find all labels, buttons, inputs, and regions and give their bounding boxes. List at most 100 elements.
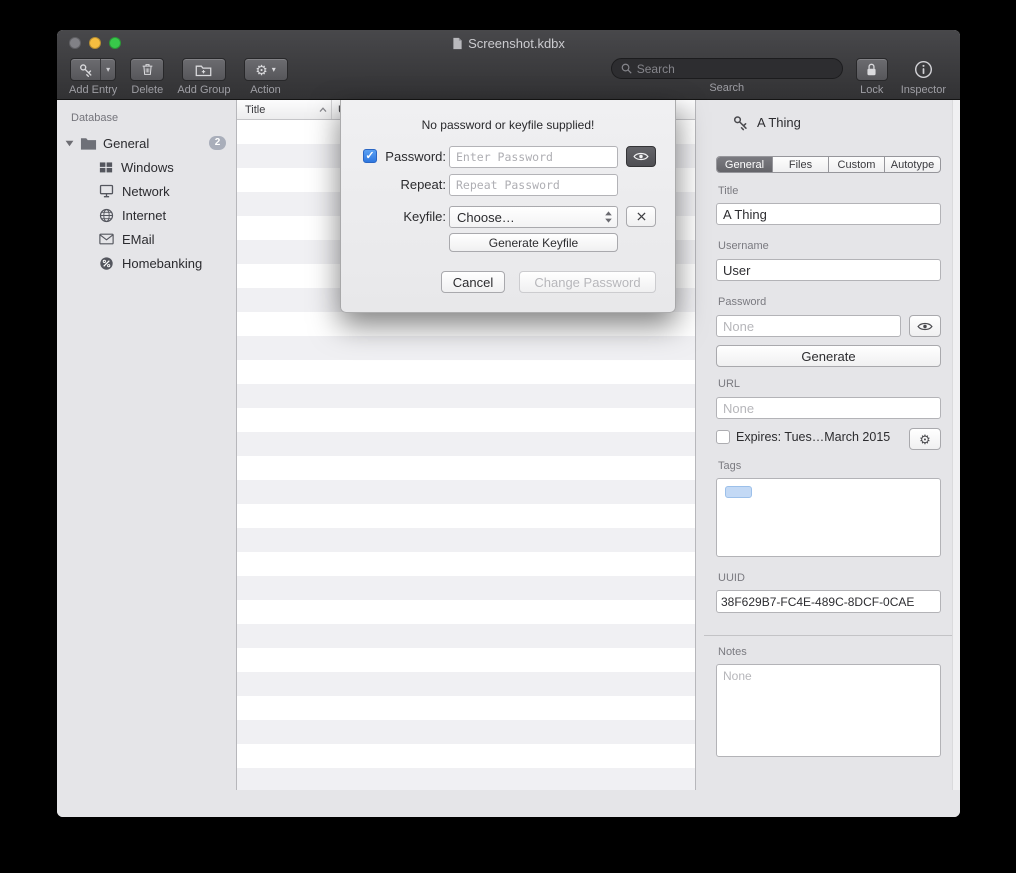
password-field[interactable] (716, 315, 901, 337)
password-field-label: Password (718, 296, 766, 308)
entry-header: A Thing (732, 114, 801, 131)
dialog-password-label: Password: (381, 146, 446, 168)
monitor-icon (99, 184, 114, 198)
tag-token[interactable] (725, 486, 752, 498)
inspector-label: Inspector (901, 84, 946, 96)
close-x-icon (637, 212, 646, 221)
inspector-button[interactable] (914, 58, 933, 81)
sidebar-item-windows[interactable]: Windows (57, 155, 236, 179)
inspector-tabs: General Files Custom Autotype (716, 156, 941, 173)
sidebar-item-label: Windows (121, 160, 174, 175)
clear-keyfile-button[interactable] (626, 206, 656, 227)
cancel-button[interactable]: Cancel (441, 271, 505, 293)
lock-button[interactable] (856, 58, 888, 81)
sidebar-item-network[interactable]: Network (57, 179, 236, 203)
sidebar-item-label: Internet (122, 208, 166, 223)
generate-keyfile-button[interactable]: Generate Keyfile (449, 233, 618, 252)
sidebar-item-label: Homebanking (122, 256, 202, 271)
chevron-down-icon: ▾ (272, 65, 276, 74)
dialog-keyfile-label: Keyfile: (381, 206, 446, 228)
add-group-label: Add Group (177, 84, 230, 96)
toolbar-item-add-entry: ▾ Add Entry (69, 58, 117, 96)
add-entry-button[interactable]: ▾ (70, 58, 116, 81)
entry-title: A Thing (757, 115, 801, 130)
generate-password-button[interactable]: Generate (716, 345, 941, 367)
tab-files[interactable]: Files (772, 157, 828, 172)
lock-label: Lock (860, 84, 883, 96)
sort-ascending-icon (319, 107, 327, 113)
sidebar-item-general[interactable]: General 2 (57, 131, 236, 155)
envelope-icon (99, 233, 114, 245)
dialog-reveal-password-button[interactable] (626, 146, 656, 167)
key-plus-icon[interactable] (71, 59, 100, 80)
tags-field-label: Tags (718, 460, 741, 472)
add-entry-dropdown-arrow[interactable]: ▾ (100, 59, 115, 80)
expires-checkbox[interactable] (716, 430, 730, 444)
toolbar: ▾ Add Entry Delete Add Group ⚙ ▾ (57, 56, 960, 100)
trash-icon (140, 62, 155, 77)
dialog-repeat-input[interactable] (449, 174, 618, 196)
sidebar: Database General 2 Windows Network Inter… (57, 100, 237, 790)
inspector-panel: A Thing General Files Custom Autotype Ti… (695, 100, 960, 790)
dialog-password-input[interactable] (449, 146, 618, 168)
group-count-badge: 2 (209, 136, 226, 150)
tags-box[interactable] (716, 478, 941, 557)
gear-icon: ⚙ (919, 433, 931, 446)
password-checkbox[interactable]: ✓ (363, 149, 377, 163)
username-field-label: Username (718, 240, 769, 252)
keyfile-dropdown[interactable]: Choose… (449, 206, 618, 228)
window-title-text: Screenshot.kdbx (468, 36, 565, 51)
column-header-title[interactable]: Title (237, 100, 332, 119)
notes-field[interactable] (716, 664, 941, 757)
tab-custom[interactable]: Custom (828, 157, 884, 172)
folder-icon (80, 136, 97, 150)
globe-icon (99, 208, 114, 223)
toolbar-item-add-group: Add Group (177, 58, 230, 96)
change-password-button[interactable]: Change Password (519, 271, 656, 293)
action-label: Action (250, 84, 281, 96)
keyfile-dropdown-value: Choose… (457, 210, 515, 225)
window-title: Screenshot.kdbx (57, 30, 960, 56)
search-input[interactable]: Search (611, 58, 843, 79)
add-group-button[interactable] (182, 58, 226, 81)
sidebar-item-internet[interactable]: Internet (57, 203, 236, 227)
username-field[interactable] (716, 259, 941, 281)
expires-settings-button[interactable]: ⚙ (909, 428, 941, 450)
title-field[interactable] (716, 203, 941, 225)
reveal-password-button[interactable] (909, 315, 941, 337)
inspector-scrollbar[interactable] (952, 100, 960, 790)
delete-button[interactable] (130, 58, 164, 81)
disclosure-triangle-icon[interactable] (65, 140, 74, 147)
window-header: Screenshot.kdbx ▾ Add Entry Delete (57, 30, 960, 100)
magnifier-icon (621, 63, 632, 74)
sidebar-section-header: Database (71, 112, 236, 124)
url-field[interactable] (716, 397, 941, 419)
action-button[interactable]: ⚙ ▾ (244, 58, 288, 81)
add-entry-label: Add Entry (69, 84, 117, 96)
document-icon (452, 37, 463, 50)
change-password-dialog: No password or keyfile supplied! ✓ Passw… (340, 100, 676, 313)
info-circle-icon (914, 60, 933, 79)
notes-field-label: Notes (718, 646, 747, 658)
gear-icon: ⚙ (255, 63, 268, 77)
sidebar-item-homebanking[interactable]: Homebanking (57, 251, 236, 275)
uuid-field-label: UUID (718, 572, 745, 584)
app-window: Screenshot.kdbx ▾ Add Entry Delete (57, 30, 960, 817)
expires-label: Expires: Tues…March 2015 (736, 430, 890, 444)
windows-icon (99, 161, 113, 174)
eye-icon (633, 151, 649, 162)
inspector-divider (704, 635, 952, 636)
sidebar-item-email[interactable]: EMail (57, 227, 236, 251)
percent-coin-icon (99, 256, 114, 271)
toolbar-item-action: ⚙ ▾ Action (244, 58, 288, 96)
tab-general[interactable]: General (717, 157, 772, 172)
sidebar-item-label: General (103, 136, 149, 151)
eye-icon (917, 321, 933, 332)
window-footer (57, 790, 960, 817)
sidebar-item-label: Network (122, 184, 170, 199)
tab-autotype[interactable]: Autotype (884, 157, 940, 172)
column-title-label: Title (245, 104, 265, 116)
titlebar: Screenshot.kdbx (57, 30, 960, 56)
uuid-field[interactable] (716, 590, 941, 613)
url-field-label: URL (718, 378, 740, 390)
